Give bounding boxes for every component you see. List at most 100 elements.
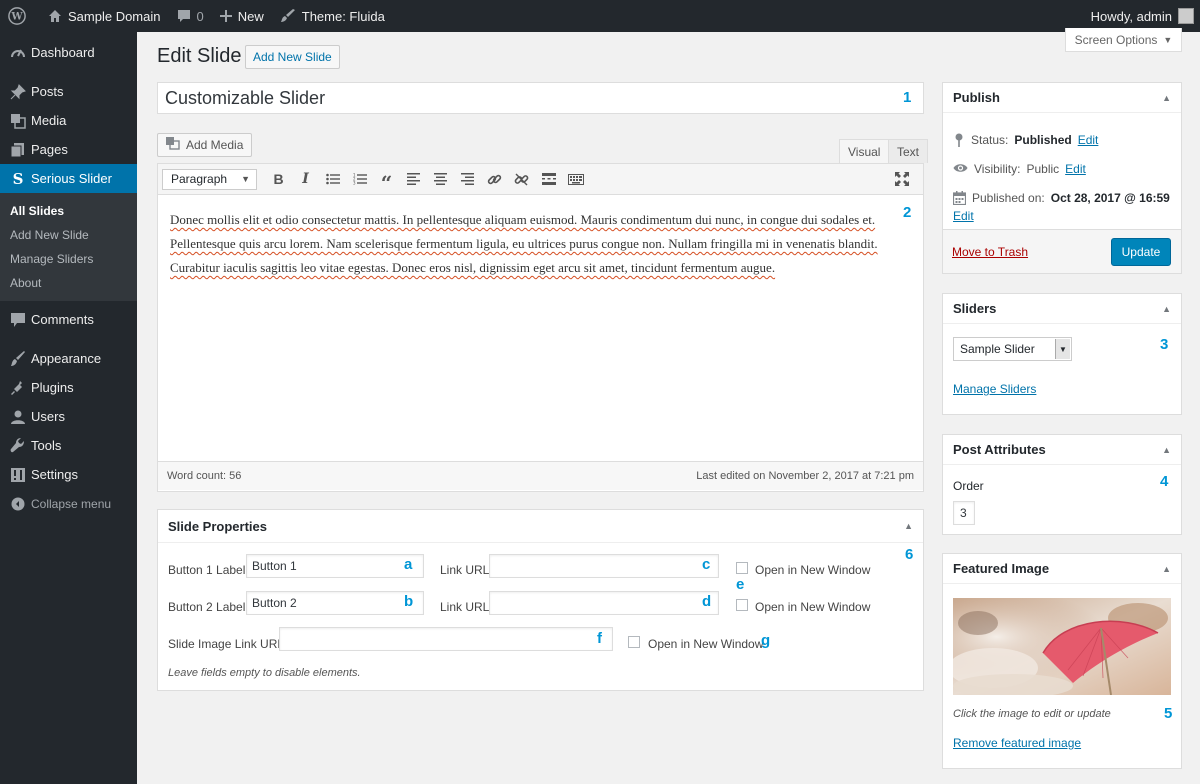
sidebar-item-tools[interactable]: Tools [0,431,137,460]
admin-bar: W Sample Domain 0 New Theme: Fluida Howd… [0,0,1200,32]
editor-content[interactable]: Donec mollis elit et odio consectetur ma… [158,195,923,461]
sidebar-item-dashboard[interactable]: Dashboard [0,38,137,67]
sidebar-item-pages[interactable]: Pages [0,135,137,164]
button2-new-window-checkbox[interactable] [736,599,748,611]
bold-icon[interactable]: B [265,167,292,191]
sidebar-item-label: Pages [31,142,68,157]
visibility-edit-link[interactable]: Edit [1065,162,1086,176]
post-title-input[interactable]: Customizable Slider [157,82,924,114]
featured-image-header[interactable]: Featured Image ▲ [943,554,1181,584]
sidebar-item-users[interactable]: Users [0,402,137,431]
site-name-link[interactable]: Sample Domain [40,0,169,32]
editor-toolbar: Paragraph ▼ B I 123 “ [158,164,923,195]
slide-properties-note: Leave fields empty to disable elements. [168,667,361,679]
keyboard-icon[interactable] [562,167,589,191]
button1-link-url-input[interactable] [489,554,719,578]
sidebar-item-comments[interactable]: Comments [0,305,137,334]
sidebar-item-posts[interactable]: Posts [0,77,137,106]
tab-text[interactable]: Text [888,139,929,163]
sidebar-item-label: Settings [31,467,78,482]
sidebar-item-appearance[interactable]: Appearance [0,344,137,373]
slide-image-link-input[interactable] [279,627,613,651]
add-media-label: Add Media [186,138,244,152]
sidebar-item-serious-slider[interactable]: S Serious Slider [0,164,137,193]
last-edited: Last edited on November 2, 2017 at 7:21 … [696,470,914,482]
triangle-up-icon[interactable]: ▲ [1162,564,1171,574]
sidebar-item-label: Tools [31,438,62,453]
align-left-icon[interactable] [400,167,427,191]
screen-options-button[interactable]: Screen Options ▼ [1065,28,1182,52]
post-attributes-header[interactable]: Post Attributes ▲ [943,435,1181,465]
site-name: Sample Domain [68,8,161,24]
order-input[interactable]: 3 [953,501,975,525]
open-new-window-label: Open in New Window [755,600,871,614]
published-on-value: Oct 28, 2017 @ 16:59 [1050,191,1170,205]
sidebar-item-label: Collapse menu [31,496,112,511]
button1-input[interactable]: Button 1 [246,554,424,578]
triangle-up-icon[interactable]: ▲ [1162,445,1171,455]
triangle-up-icon[interactable]: ▲ [904,521,913,531]
button1-new-window-checkbox[interactable] [736,562,748,574]
button2-input[interactable]: Button 2 [246,591,424,615]
annotation-d: d [702,593,712,610]
link-url-label: Link URL: [440,600,493,614]
blockquote-icon[interactable]: “ [373,167,400,195]
annotation-b: b [404,593,414,610]
manage-sliders-link[interactable]: Manage Sliders [953,382,1036,396]
link-url-label: Link URL: [440,563,493,577]
fullscreen-icon[interactable] [888,167,915,191]
status-row: Status: Published Edit [953,133,1098,150]
published-on-label: Published on: [972,191,1045,205]
new-label: New [237,8,264,24]
submenu-manage-sliders[interactable]: Manage Sliders [0,247,137,271]
submenu-about[interactable]: About [0,271,137,295]
comments-link[interactable]: 0 [169,0,212,32]
remove-featured-image-link[interactable]: Remove featured image [953,736,1081,750]
add-new-slide-button[interactable]: Add New Slide [245,45,340,69]
triangle-up-icon[interactable]: ▲ [1162,304,1171,314]
link-icon[interactable] [481,167,508,191]
update-button[interactable]: Update [1111,238,1171,266]
button2-label: Button 2 Label: [168,600,249,614]
publish-major-actions: Move to Trash Update [942,229,1182,274]
publish-header[interactable]: Publish ▲ [943,83,1181,113]
slider-select[interactable]: Sample Slider ▼ [953,337,1072,361]
sidebar-item-plugins[interactable]: Plugins [0,373,137,402]
unlink-icon[interactable] [508,167,535,191]
status-value: Published [1014,133,1072,147]
sliders-header[interactable]: Sliders ▲ [943,294,1181,324]
submenu-all-slides[interactable]: All Slides [0,199,137,223]
theme-link[interactable]: Theme: Fluida [272,0,393,32]
format-select[interactable]: Paragraph ▼ [162,168,257,190]
featured-image-title: Featured Image [953,561,1050,576]
my-account[interactable]: Howdy, admin [1091,8,1200,24]
status-edit-link[interactable]: Edit [1078,133,1099,147]
numbered-list-icon[interactable]: 123 [346,167,373,191]
button2-link-url-input[interactable] [489,591,719,615]
slide-image-new-window-checkbox[interactable] [628,636,640,648]
page-title: Edit Slide [157,45,242,67]
move-to-trash-link[interactable]: Move to Trash [952,245,1028,259]
tab-visual[interactable]: Visual [839,139,890,163]
submenu-add-new-slide[interactable]: Add New Slide [0,223,137,247]
annotation-6: 6 [905,546,914,563]
sidebar-item-settings[interactable]: Settings [0,460,137,489]
read-more-icon[interactable] [535,167,562,191]
bullet-list-icon[interactable] [319,167,346,191]
annotation-1: 1 [903,89,912,106]
triangle-down-icon: ▼ [1163,34,1173,45]
slide-properties-header[interactable]: Slide Properties ▲ [158,510,923,543]
triangle-up-icon[interactable]: ▲ [1162,93,1171,103]
published-on-edit-link[interactable]: Edit [953,209,974,223]
featured-image[interactable] [953,598,1171,695]
new-content-link[interactable]: New [212,0,272,32]
sidebar-item-media[interactable]: Media [0,106,137,135]
annotation-4: 4 [1160,473,1169,490]
admin-sidebar: Dashboard Posts Media Pages S Serious Sl… [0,32,137,784]
italic-icon[interactable]: I [292,167,319,191]
add-media-button[interactable]: Add Media [157,133,253,157]
align-center-icon[interactable] [427,167,454,191]
align-right-icon[interactable] [454,167,481,191]
collapse-menu-button[interactable]: Collapse menu [0,489,137,518]
wordpress-logo-button[interactable]: W [0,0,40,32]
